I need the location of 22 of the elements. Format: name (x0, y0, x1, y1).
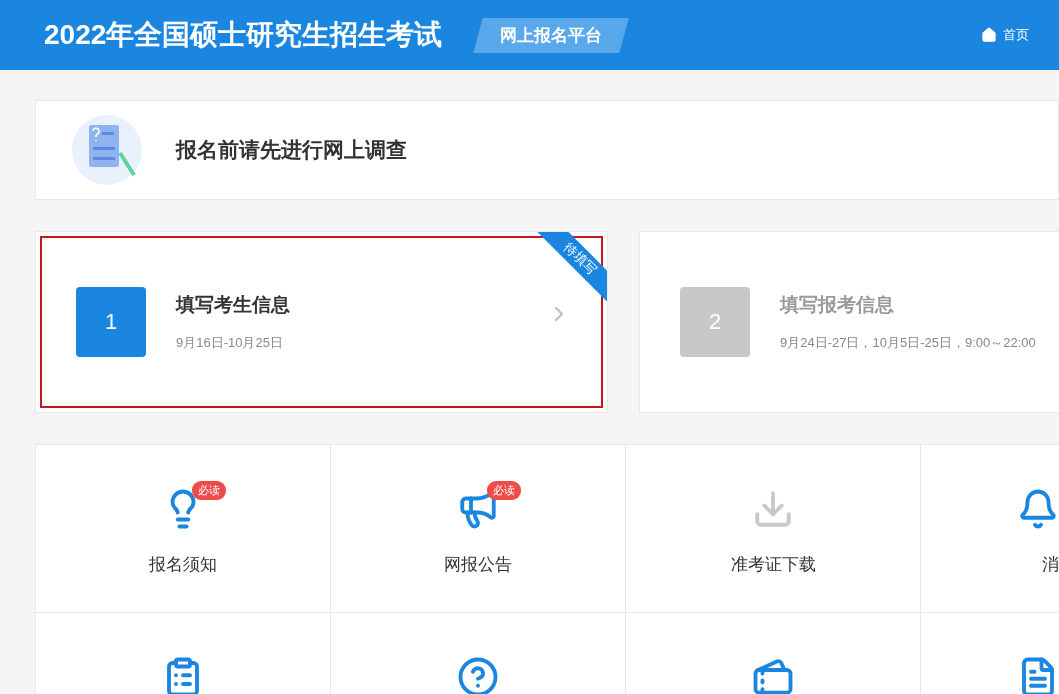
page-title: 2022年全国硕士研究生招生考试 (44, 18, 443, 52)
step-number: 1 (76, 287, 146, 357)
tile-label: 准考证下载 (730, 554, 816, 576)
step-title: 填写考生信息 (176, 293, 290, 317)
menu-tile[interactable]: 消 (921, 445, 1059, 613)
tile-label: 网报公告 (444, 554, 512, 576)
menu-tile[interactable]: 必读 网报公告 (331, 445, 626, 613)
must-read-badge: 必读 (192, 481, 226, 500)
step-title: 填写报考信息 (780, 293, 895, 317)
menu-tile[interactable]: 必读 报名须知 (36, 445, 331, 613)
survey-text: 报名前请先进行网上调查 (176, 137, 407, 163)
survey-card[interactable]: 报名前请先进行网上调查 (35, 100, 1059, 200)
step-dates: 9月24日-27日，10月5日-25日，9:00～22:00 (780, 334, 1036, 352)
tile-label: 消 (1042, 554, 1059, 576)
survey-document-icon (72, 115, 142, 185)
platform-tag: 网上报名平台 (473, 17, 629, 53)
nav-link[interactable]: 首页 (981, 26, 1029, 44)
step-card[interactable]: 1 填写考生信息 9月16日-10月25日 待填写 (35, 231, 608, 413)
home-icon (981, 27, 997, 43)
tile-label: 报名须知 (149, 554, 217, 576)
must-read-badge: 必读 (487, 481, 521, 500)
step-dates: 9月16日-10月25日 (176, 334, 284, 352)
